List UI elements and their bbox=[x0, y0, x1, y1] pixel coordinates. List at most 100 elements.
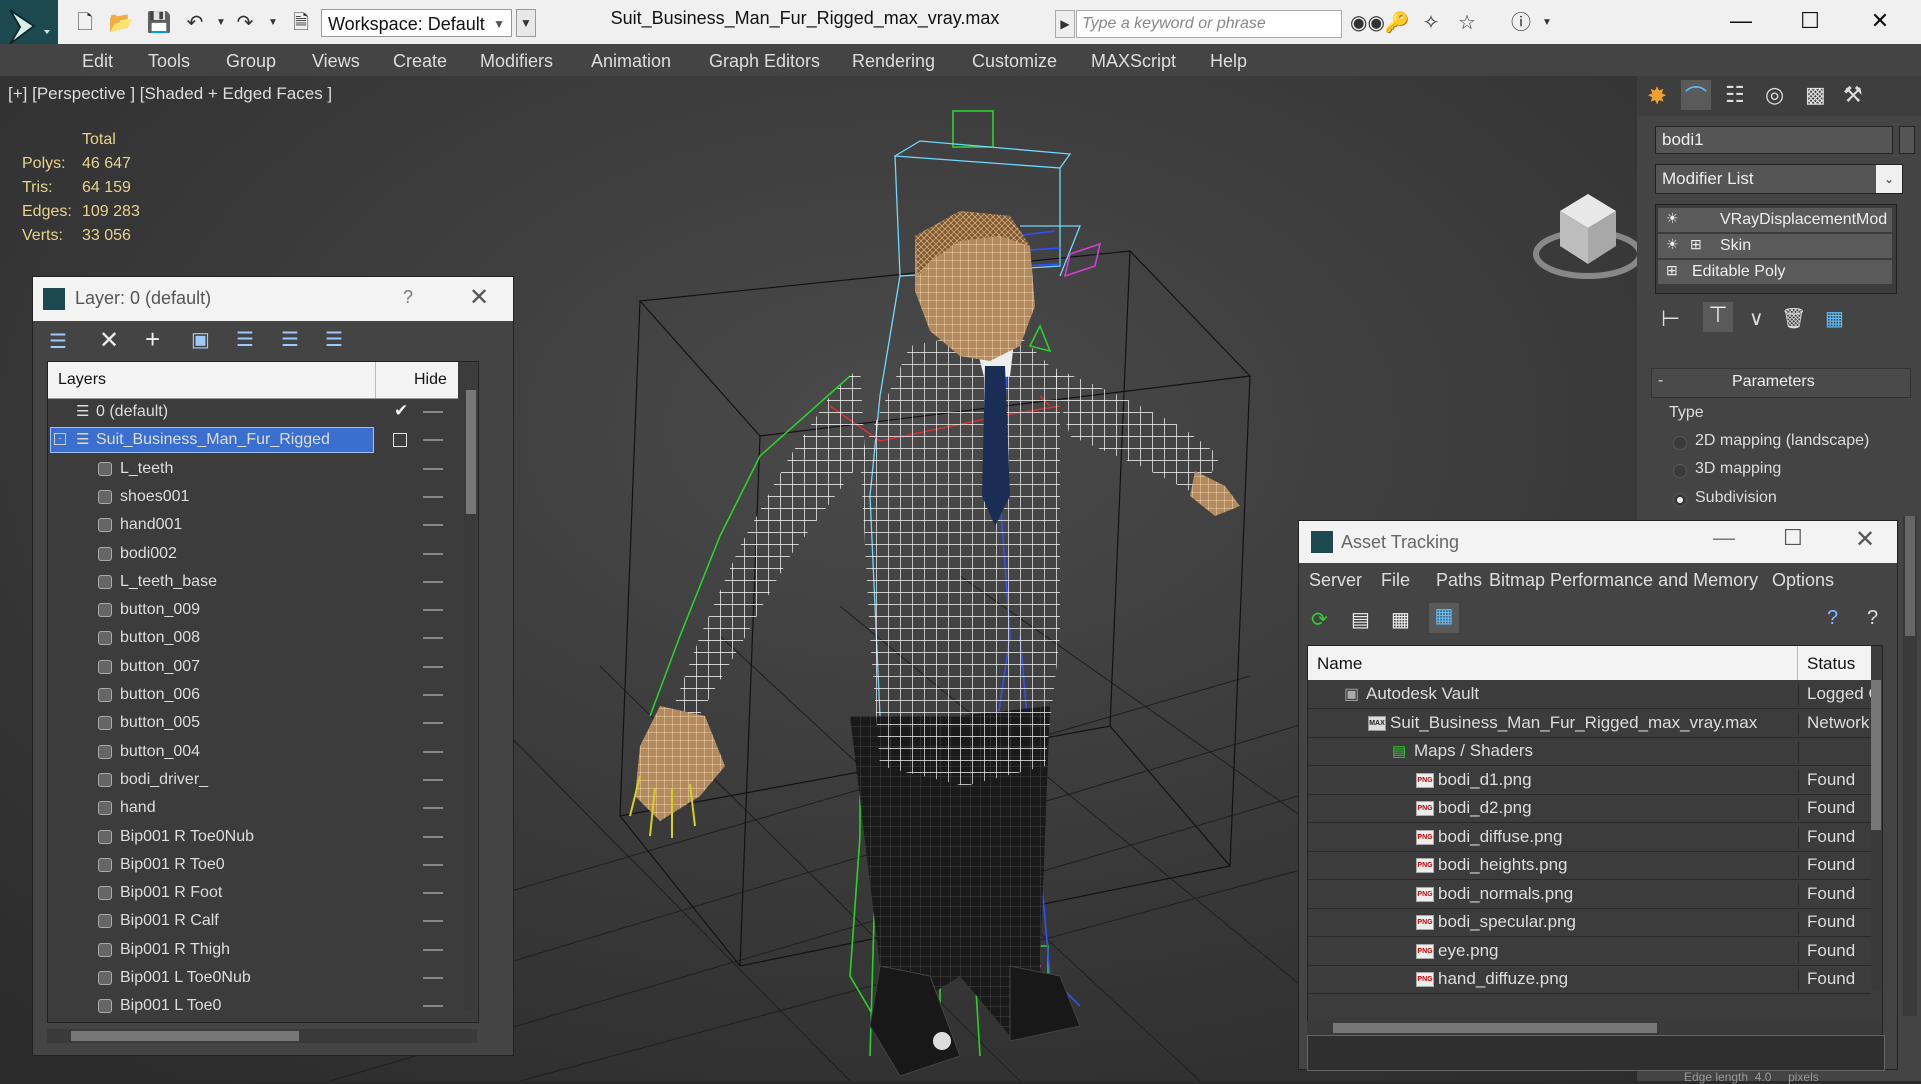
asset-path-field[interactable] bbox=[1307, 1035, 1885, 1071]
new-file-icon[interactable]: 🗋 bbox=[72, 10, 98, 36]
menu-edit[interactable]: Edit bbox=[82, 51, 113, 72]
layer-object-row[interactable]: button_009 bbox=[48, 596, 458, 624]
maximize-button[interactable]: ☐ bbox=[1790, 4, 1830, 38]
hide-toggle[interactable] bbox=[423, 694, 443, 696]
layer-object-row[interactable]: button_005 bbox=[48, 709, 458, 737]
redo-dropdown-icon[interactable]: ▼ bbox=[260, 10, 286, 36]
hide-toggle[interactable] bbox=[423, 609, 443, 612]
motion-tab-icon[interactable]: ◎ bbox=[1765, 82, 1784, 108]
modifier-stack-item[interactable]: ☀ ⊞ Skin bbox=[1658, 234, 1892, 258]
asset-vscrollbar[interactable] bbox=[1871, 680, 1881, 990]
display-tab-icon[interactable]: ▩ bbox=[1805, 82, 1826, 108]
tree-view-icon[interactable]: ▦ bbox=[1391, 607, 1410, 632]
table-view-icon[interactable]: ▦ bbox=[1429, 603, 1459, 633]
layer-object-row[interactable]: bodi_driver_ bbox=[48, 766, 458, 794]
hide-toggle[interactable] bbox=[423, 495, 443, 498]
close-button[interactable]: ✕ bbox=[1855, 525, 1875, 554]
help-context-icon[interactable]: ? bbox=[1867, 607, 1878, 630]
help-icon[interactable]: ⓘ bbox=[1508, 10, 1534, 36]
menu-graph-editors[interactable]: Graph Editors bbox=[709, 51, 820, 72]
layer-object-row[interactable]: hand001 bbox=[48, 511, 458, 539]
collapse-icon[interactable]: - bbox=[54, 433, 66, 446]
asset-tracking-titlebar[interactable]: Asset Tracking — ☐ ✕ bbox=[1299, 521, 1897, 563]
hide-toggle[interactable] bbox=[423, 665, 443, 668]
save-icon[interactable]: 💾 bbox=[146, 10, 172, 36]
modifier-list-dropdown[interactable]: Modifier List ⌄ bbox=[1655, 164, 1903, 194]
search-input[interactable]: Type a keyword or phrase bbox=[1076, 10, 1342, 38]
menu-group[interactable]: Group bbox=[226, 51, 276, 72]
binoculars-icon[interactable]: ◉◉ bbox=[1350, 10, 1385, 36]
hide-toggle[interactable] bbox=[423, 807, 443, 810]
hide-toggle[interactable] bbox=[423, 977, 443, 979]
layer-object-row[interactable]: hand bbox=[48, 794, 458, 822]
layer-object-row[interactable]: button_004 bbox=[48, 738, 458, 766]
hide-toggle[interactable] bbox=[423, 750, 443, 753]
asset-row[interactable]: PNG bodi_d1.png Found bbox=[1308, 766, 1871, 795]
layer-object-row[interactable]: L_teeth_base bbox=[48, 568, 458, 596]
col-name[interactable]: Name bbox=[1317, 654, 1362, 674]
layer-explorer-titlebar[interactable]: Layer: 0 (default) ? ✕ bbox=[33, 277, 513, 321]
menu-animation[interactable]: Animation bbox=[591, 51, 671, 72]
layer-hscrollbar[interactable] bbox=[47, 1029, 477, 1043]
command-panel-scrollbar[interactable] bbox=[1903, 516, 1917, 1016]
hide-toggle[interactable] bbox=[423, 948, 443, 951]
minimize-button[interactable]: — bbox=[1713, 525, 1735, 551]
layer-object-row[interactable]: Bip001 R Toe0Nub bbox=[48, 823, 458, 851]
help-icon[interactable]: ? bbox=[403, 287, 413, 308]
hide-toggle[interactable] bbox=[423, 863, 443, 866]
layer-object-row[interactable]: Bip001 R Calf bbox=[48, 907, 458, 935]
col-layers[interactable]: Layers bbox=[58, 371, 106, 389]
open-file-icon[interactable]: 📂 bbox=[108, 10, 134, 36]
hierarchy-tab-icon[interactable]: ☷ bbox=[1725, 82, 1745, 108]
layer-object-row[interactable]: Bip001 L Toe0Nub bbox=[48, 964, 458, 992]
radio-button[interactable] bbox=[1673, 464, 1687, 478]
workspace-menu-button[interactable]: ▼ bbox=[516, 9, 536, 37]
maximize-button[interactable]: ☐ bbox=[1783, 525, 1803, 551]
layer-row[interactable]: - ☰ Suit_Business_Man_Fur_Rigged bbox=[48, 426, 458, 454]
layer-object-row[interactable]: Bip001 R Thigh bbox=[48, 936, 458, 964]
menu-maxscript[interactable]: MAXScript bbox=[1091, 51, 1176, 72]
layer-object-row[interactable]: Bip001 R Toe0 bbox=[48, 851, 458, 879]
asset-row[interactable]: PNG bodi_specular.png Found bbox=[1308, 908, 1871, 937]
layer-row[interactable]: ☰ 0 (default) ✔ bbox=[48, 398, 458, 426]
close-icon[interactable]: ✕ bbox=[469, 283, 489, 312]
search-expand-button[interactable]: ▶ bbox=[1055, 10, 1075, 38]
hide-toggle[interactable] bbox=[423, 552, 443, 555]
hide-toggle[interactable] bbox=[423, 892, 443, 895]
layer-stack-icon[interactable]: ☰ bbox=[49, 329, 67, 354]
hide-toggle[interactable] bbox=[423, 1005, 443, 1008]
asset-list[interactable]: Name Status ▣ Autodesk Vault Logged O MAXSu… bbox=[1307, 645, 1883, 1035]
show-end-result-icon[interactable]: ⊤ bbox=[1703, 302, 1733, 332]
asset-hscrollbar[interactable] bbox=[1307, 1021, 1881, 1035]
asset-row[interactable]: ▣ Autodesk Vault Logged O bbox=[1308, 680, 1871, 709]
expand-plus-icon[interactable]: ⊞ bbox=[1666, 262, 1678, 279]
configure-sets-icon[interactable]: ▦ bbox=[1825, 306, 1844, 331]
hide-toggle[interactable] bbox=[423, 835, 443, 838]
undo-dropdown-icon[interactable]: ▼ bbox=[208, 10, 234, 36]
add-to-layer-icon[interactable]: ▣ bbox=[191, 327, 210, 352]
help-icon[interactable]: ? bbox=[1827, 607, 1838, 630]
key-icon[interactable]: 🔑 bbox=[1384, 10, 1410, 36]
layer-list[interactable]: Layers Hide ☰ 0 (default) ✔ - ☰ Suit_Business… bbox=[47, 361, 479, 1023]
asset-menu-file[interactable]: File bbox=[1381, 570, 1410, 591]
radio-2d-mapping[interactable]: 2D mapping (landscape) bbox=[1673, 432, 1913, 456]
redo-icon[interactable]: ↷ bbox=[232, 10, 258, 36]
list-view-icon[interactable]: ▤ bbox=[1351, 607, 1370, 632]
hide-toggle[interactable] bbox=[423, 467, 443, 470]
asset-row[interactable]: PNG bodi_normals.png Found bbox=[1308, 880, 1871, 909]
minimize-button[interactable]: — bbox=[1721, 4, 1761, 38]
layer-object-row[interactable]: Bip001 L Toe0 bbox=[48, 992, 458, 1018]
radio-button[interactable] bbox=[1673, 493, 1687, 507]
comm-center-icon[interactable]: ✧ bbox=[1418, 10, 1444, 36]
expand-plus-icon[interactable]: ⊞ bbox=[1690, 236, 1702, 253]
layer-object-row[interactable]: shoes001 bbox=[48, 483, 458, 511]
menu-customize[interactable]: Customize bbox=[972, 51, 1057, 72]
layer-object-row[interactable]: bodi002 bbox=[48, 540, 458, 568]
utilities-tab-icon[interactable]: ⚒ bbox=[1843, 82, 1863, 108]
asset-menu-paths[interactable]: Paths bbox=[1436, 570, 1482, 591]
select-layer-icon[interactable]: ☰ bbox=[236, 327, 254, 352]
layer-object-row[interactable]: button_007 bbox=[48, 653, 458, 681]
asset-menu-server[interactable]: Server bbox=[1309, 570, 1362, 591]
asset-row[interactable]: PNG eye.png Found bbox=[1308, 937, 1871, 966]
make-unique-icon[interactable]: ∨ bbox=[1749, 306, 1764, 331]
